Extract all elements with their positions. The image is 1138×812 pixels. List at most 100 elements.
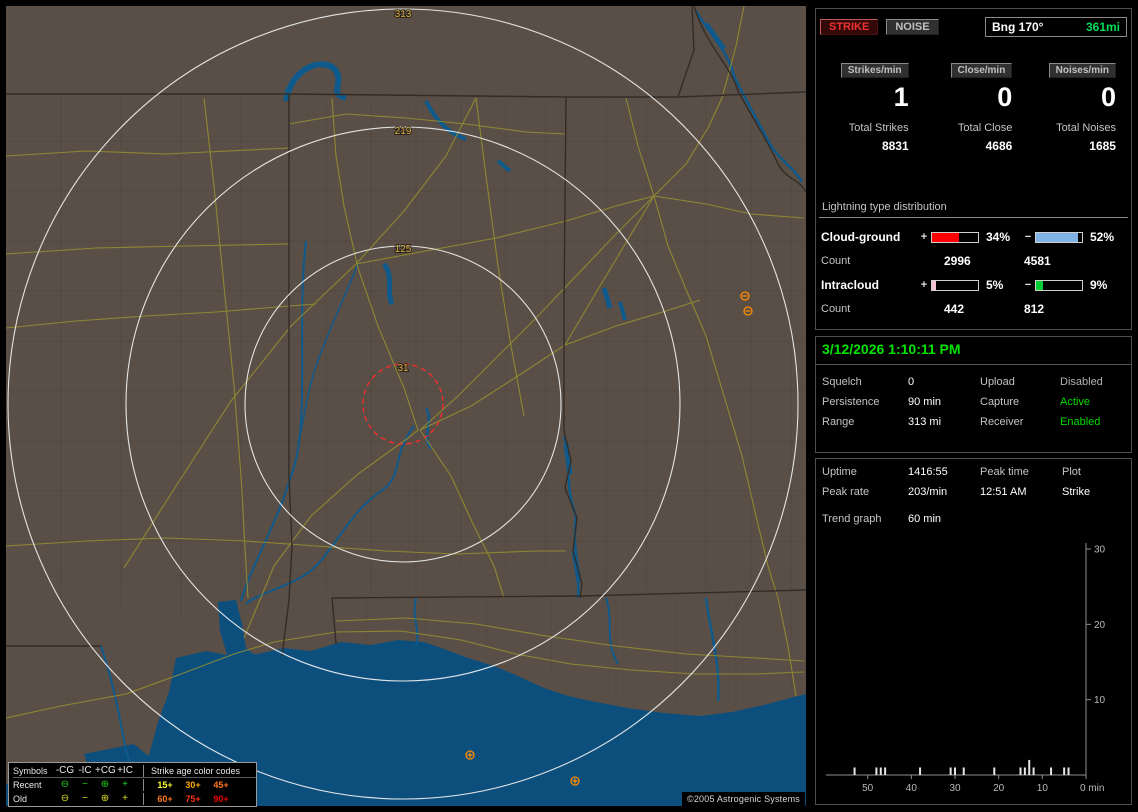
right-panel: STRIKE NOISE Bng 170° 361mi Strikes/min … [815, 0, 1133, 812]
copyright-notice: ©2005 Astrogenic Systems [682, 792, 805, 806]
alarm-range-circle [362, 363, 444, 445]
age-badge-90: 90+ [213, 794, 229, 804]
svg-text:10: 10 [1094, 695, 1106, 706]
ic-minus-bar-fill [1036, 280, 1044, 290]
total-close-value: 4686 [985, 139, 1013, 154]
mode-toolbar: STRIKE NOISE Bng 170° 361mi [820, 17, 1127, 37]
roads-layer [6, 6, 805, 719]
plus-ic-icon: + [122, 779, 128, 790]
cg-plus-bar [931, 231, 979, 243]
svg-text:40: 40 [906, 783, 918, 794]
total-strikes-label: Total Strikes [848, 122, 909, 135]
ic-plus-pct: 5% [986, 278, 1004, 292]
ic-minus-pct: 9% [1090, 278, 1108, 292]
ic-minus-bar [1035, 279, 1083, 291]
plus-ic-icon: + [122, 793, 128, 804]
upload-label: Upload [980, 376, 1015, 388]
close-per-min-value: 0 [997, 82, 1013, 112]
lightning-distribution: Lightning type distribution Cloud-ground… [816, 201, 1131, 322]
svg-text:30: 30 [949, 783, 961, 794]
intracloud-label: Intracloud [821, 278, 880, 292]
ic-plus-bar [931, 279, 979, 291]
legend-recent-label: Recent [13, 780, 42, 790]
svg-text:0 min: 0 min [1080, 783, 1104, 794]
noises-column: Noises/min 0 Total Noises 1685 [1025, 63, 1129, 153]
strikes-per-min-value: 1 [893, 82, 909, 112]
noise-mode-button[interactable]: NOISE [886, 19, 939, 35]
legend-divider [142, 779, 144, 791]
cloud-ground-row: Cloud-ground + 34% − 52% [816, 226, 1131, 248]
trend-chart: 10 20 30 50 40 30 20 10 0 min [818, 539, 1130, 803]
legend-col-pic: +IC [117, 764, 133, 776]
receiver-label: Receiver [980, 416, 1024, 428]
legend-divider [142, 793, 144, 805]
legend-col-ncg: -CG [55, 764, 75, 776]
minus-cg-icon: ⊖ [60, 779, 70, 790]
intracloud-row: Intracloud + 5% − 9% [816, 274, 1131, 296]
status-grid: Squelch 0 Upload Disabled Persistence 90… [816, 365, 1131, 439]
cg-plus-pct: 34% [986, 230, 1011, 244]
map-display[interactable]: 313 219 125 31 Symbols -CG -IC +CG +IC S… [6, 6, 806, 807]
peak-rate-label: Peak rate [822, 486, 870, 498]
receiver-status: Enabled [1060, 416, 1101, 428]
svg-text:30: 30 [1094, 545, 1106, 556]
capture-label: Capture [980, 396, 1020, 408]
uptime-label: Uptime [822, 466, 857, 478]
capture-status: Active [1060, 396, 1090, 408]
session-grid: Uptime 1416:55 Peak time Plot Peak rate … [816, 459, 1131, 498]
close-per-min-button[interactable]: Close/min [950, 63, 1013, 78]
minus-ic-icon: − [82, 793, 88, 804]
minus-cg-icon: ⊖ [60, 793, 70, 804]
rate-counters: Strikes/min 1 Total Strikes 8831 Close/m… [818, 63, 1129, 153]
svg-text:10: 10 [1037, 783, 1049, 794]
ring-label-313: 313 [395, 9, 412, 20]
legend-old-label: Old [13, 794, 28, 804]
cg-minus-bar [1035, 231, 1083, 243]
map-canvas: 313 219 125 31 [6, 6, 806, 806]
plus-cg-icon: ⊕ [100, 779, 110, 790]
range-value: 313 mi [908, 416, 942, 428]
legend-recent-row: Recent ⊖ − ⊕ + 15+ 30+ 45+ [13, 778, 256, 792]
total-close-label: Total Close [957, 122, 1013, 135]
age-badge-75: 75+ [185, 794, 201, 804]
strike-symbol [740, 291, 750, 301]
strike-mode-button[interactable]: STRIKE [820, 19, 879, 35]
cg-plus-bar-fill [932, 232, 960, 242]
plus-cg-icon: ⊕ [100, 793, 110, 804]
plot-value: Strike [1062, 486, 1091, 498]
intracloud-count-row: Count 442 812 [816, 296, 1131, 322]
persistence-value: 90 min [908, 396, 942, 408]
plus-sign: + [920, 279, 928, 291]
ring-labels: 313 219 125 31 [394, 8, 413, 375]
plus-sign: + [920, 231, 928, 243]
bearing-range-value: 361mi [1085, 20, 1120, 34]
counters-box: STRIKE NOISE Bng 170° 361mi Strikes/min … [815, 8, 1132, 330]
cg-plus-count: 2996 [944, 254, 971, 268]
bearing-display: Bng 170° 361mi [985, 17, 1127, 37]
ring-label-125: 125 [395, 244, 412, 255]
noises-per-min-button[interactable]: Noises/min [1048, 63, 1116, 78]
minus-sign: − [1024, 279, 1032, 291]
close-column: Close/min 0 Total Close 4686 [922, 63, 1026, 153]
map-legend: Symbols -CG -IC +CG +IC Strike age color… [8, 762, 257, 807]
ic-plus-bar-fill [932, 280, 937, 290]
ic-minus-count: 812 [1024, 302, 1045, 316]
cg-minus-count: 4581 [1024, 254, 1051, 268]
ic-plus-count: 442 [944, 302, 965, 316]
persistence-label: Persistence [822, 396, 880, 408]
cg-minus-bar-fill [1036, 232, 1078, 242]
age-badge-15: 15+ [157, 780, 173, 790]
trend-graph-value: 60 min [908, 513, 942, 525]
bearing-label: Bng 170° [992, 20, 1044, 34]
count-label: Count [821, 303, 851, 315]
legend-old-row: Old ⊖ − ⊕ + 60+ 75+ 90+ [13, 792, 256, 806]
clock-display: 3/12/2026 1:10:11 PM [816, 337, 1131, 365]
cloud-ground-count-row: Count 2996 4581 [816, 248, 1131, 274]
svg-text:20: 20 [993, 783, 1005, 794]
strikes-per-min-button[interactable]: Strikes/min [840, 63, 909, 78]
legend-col-pcg: +CG [95, 764, 116, 776]
session-box: Uptime 1416:55 Peak time Plot Peak rate … [815, 458, 1132, 805]
trend-graph-row: Trend graph 60 min [816, 498, 1131, 525]
ring-label-219: 219 [395, 126, 412, 137]
strikes-column: Strikes/min 1 Total Strikes 8831 [818, 63, 922, 153]
